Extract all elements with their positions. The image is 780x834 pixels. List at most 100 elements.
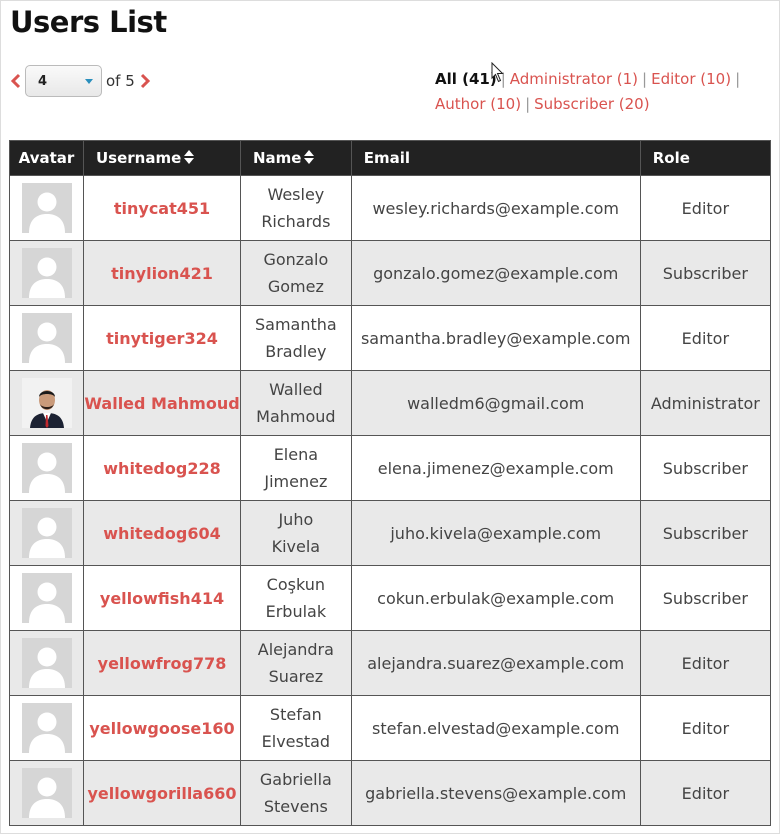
role-cell: Subscriber bbox=[639, 240, 772, 306]
separator: | bbox=[525, 95, 531, 113]
column-header-role: Role bbox=[639, 140, 772, 176]
table-row: whitedog228 Elena Jimenez elena.jimenez@ex… bbox=[9, 435, 772, 501]
role-cell: Editor bbox=[639, 695, 772, 761]
username-link[interactable]: yellowfish414 bbox=[100, 589, 224, 608]
separator: | bbox=[642, 70, 648, 88]
default-avatar-icon bbox=[21, 183, 72, 233]
table-row: tinycat451 Wesley Richards wesley.richards… bbox=[9, 175, 772, 241]
filter-author[interactable]: Author (10) bbox=[435, 95, 521, 113]
default-avatar-icon bbox=[21, 638, 72, 688]
avatar-cell bbox=[9, 695, 84, 761]
role-cell: Editor bbox=[639, 760, 772, 826]
username-cell: Walled Mahmoud bbox=[83, 370, 241, 436]
column-header-name[interactable]: Name bbox=[240, 140, 352, 176]
role-cell: Editor bbox=[639, 630, 772, 696]
username-link[interactable]: tinytiger324 bbox=[106, 329, 218, 348]
table-row: yellowgorilla660 Gabriella Stevens gabriel… bbox=[9, 760, 772, 826]
default-avatar-icon bbox=[21, 703, 72, 753]
table-row: yellowgoose160 Stefan Elvestad stefan.elve… bbox=[9, 695, 772, 761]
default-avatar-icon bbox=[21, 248, 72, 298]
sort-icon bbox=[304, 150, 315, 164]
avatar-cell bbox=[9, 240, 84, 306]
username-cell: tinylion421 bbox=[83, 240, 241, 306]
avatar-cell bbox=[9, 630, 84, 696]
sort-icon bbox=[184, 150, 195, 164]
users-list-page: Users List 4 of 5 All (41) | Administrator… bbox=[0, 0, 780, 834]
user-photo-avatar bbox=[21, 378, 72, 428]
default-avatar-icon bbox=[21, 508, 72, 558]
role-cell: Subscriber bbox=[639, 565, 772, 631]
email-cell: alejandra.suarez@example.com bbox=[350, 630, 641, 696]
name-cell: Elena Jimenez bbox=[240, 435, 352, 501]
username-cell: yellowfrog778 bbox=[83, 630, 241, 696]
avatar-cell bbox=[9, 175, 84, 241]
avatar-cell bbox=[9, 370, 84, 436]
username-link[interactable]: yellowgorilla660 bbox=[87, 784, 236, 803]
name-cell: Juho Kivela bbox=[240, 500, 352, 566]
chevron-down-icon bbox=[85, 79, 93, 84]
default-avatar-icon bbox=[21, 313, 72, 363]
table-row: tinylion421 Gonzalo Gomez gonzalo.gomez@ex… bbox=[9, 240, 772, 306]
username-link[interactable]: whitedog228 bbox=[103, 459, 220, 478]
filter-all[interactable]: All (41) bbox=[435, 70, 497, 88]
email-cell: samantha.bradley@example.com bbox=[350, 305, 641, 371]
column-header-avatar: Avatar bbox=[9, 140, 84, 176]
username-cell: yellowgoose160 bbox=[83, 695, 241, 761]
role-cell: Editor bbox=[639, 305, 772, 371]
username-link[interactable]: tinylion421 bbox=[111, 264, 213, 283]
avatar-cell bbox=[9, 565, 84, 631]
table-row: tinytiger324 Samantha Bradley samantha.bra… bbox=[9, 305, 772, 371]
chevron-left-icon[interactable] bbox=[9, 71, 23, 91]
username-cell: tinytiger324 bbox=[83, 305, 241, 371]
email-cell: walledm6@gmail.com bbox=[350, 370, 641, 436]
mouse-cursor-icon bbox=[491, 62, 504, 83]
role-filters: All (41) | Administrator (1) | Editor (10) | A… bbox=[435, 67, 765, 117]
role-cell: Subscriber bbox=[639, 500, 772, 566]
role-cell: Editor bbox=[639, 175, 772, 241]
table-row: yellowfrog778 Alejandra Suarez alejandra.s… bbox=[9, 630, 772, 696]
username-link[interactable]: yellowgoose160 bbox=[89, 719, 234, 738]
role-cell: Subscriber bbox=[639, 435, 772, 501]
username-cell: yellowgorilla660 bbox=[83, 760, 241, 826]
column-header-email: Email bbox=[350, 140, 641, 176]
email-cell: juho.kivela@example.com bbox=[350, 500, 641, 566]
page-title: Users List bbox=[10, 5, 167, 39]
avatar-cell bbox=[9, 305, 84, 371]
page-count: of 5 bbox=[106, 72, 135, 90]
username-link[interactable]: whitedog604 bbox=[103, 524, 220, 543]
name-cell: Coşkun Erbulak bbox=[240, 565, 352, 631]
chevron-right-icon[interactable] bbox=[138, 71, 152, 91]
avatar-cell bbox=[9, 435, 84, 501]
name-cell: Gabriella Stevens bbox=[240, 760, 352, 826]
name-cell: Walled Mahmoud bbox=[240, 370, 352, 436]
username-cell: whitedog604 bbox=[83, 500, 241, 566]
table-row: Walled Mahmoud Walled Mahmoud walledm6@gma… bbox=[9, 370, 772, 436]
email-cell: stefan.elvestad@example.com bbox=[350, 695, 641, 761]
username-link[interactable]: tinycat451 bbox=[114, 199, 210, 218]
name-cell: Stefan Elvestad bbox=[240, 695, 352, 761]
pagination: 4 of 5 bbox=[9, 65, 152, 97]
username-cell: tinycat451 bbox=[83, 175, 241, 241]
page-select[interactable]: 4 bbox=[25, 65, 102, 97]
username-link[interactable]: yellowfrog778 bbox=[98, 654, 227, 673]
filter-editor[interactable]: Editor (10) bbox=[651, 70, 731, 88]
name-cell: Gonzalo Gomez bbox=[240, 240, 352, 306]
email-cell: cokun.erbulak@example.com bbox=[350, 565, 641, 631]
separator: | bbox=[735, 70, 741, 88]
username-cell: yellowfish414 bbox=[83, 565, 241, 631]
avatar-cell bbox=[9, 760, 84, 826]
table-row: whitedog604 Juho Kivela juho.kivela@exampl… bbox=[9, 500, 772, 566]
filter-administrator[interactable]: Administrator (1) bbox=[510, 70, 638, 88]
username-link[interactable]: Walled Mahmoud bbox=[84, 394, 239, 413]
email-cell: gonzalo.gomez@example.com bbox=[350, 240, 641, 306]
filter-subscriber[interactable]: Subscriber (20) bbox=[534, 95, 649, 113]
default-avatar-icon bbox=[21, 573, 72, 623]
page-select-value: 4 bbox=[38, 73, 48, 89]
column-header-username[interactable]: Username bbox=[83, 140, 241, 176]
name-cell: Alejandra Suarez bbox=[240, 630, 352, 696]
default-avatar-icon bbox=[21, 768, 72, 818]
name-cell: Samantha Bradley bbox=[240, 305, 352, 371]
email-cell: elena.jimenez@example.com bbox=[350, 435, 641, 501]
default-avatar-icon bbox=[21, 443, 72, 493]
table-row: yellowfish414 Coşkun Erbulak cokun.erbulak… bbox=[9, 565, 772, 631]
